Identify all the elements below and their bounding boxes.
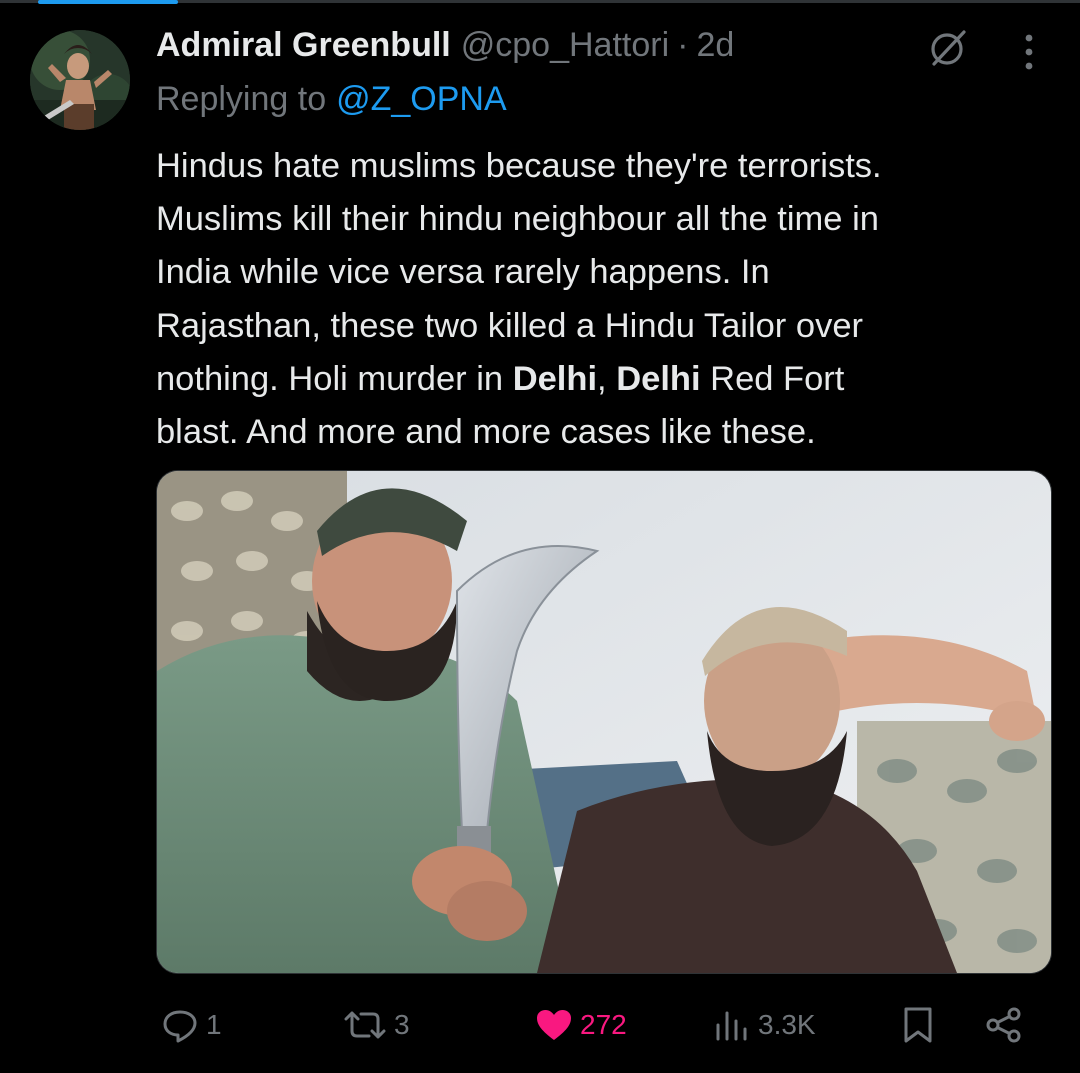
repost-button[interactable]: 3 bbox=[342, 1000, 410, 1050]
bookmark-button[interactable] bbox=[900, 1000, 942, 1050]
post-text-line: blast. And more and more cases like thes… bbox=[156, 413, 816, 452]
post-text-segment: Red Fort bbox=[700, 359, 845, 398]
author-name[interactable]: Admiral Greenbull bbox=[156, 26, 451, 65]
post-text-line: Hindus hate muslims because they're terr… bbox=[156, 147, 882, 185]
post-text-bold: Delhi bbox=[616, 359, 701, 398]
share-button[interactable] bbox=[984, 1000, 1030, 1050]
like-count: 272 bbox=[580, 1009, 627, 1040]
repost-icon bbox=[344, 1011, 386, 1039]
replying-to: Replying to @Z_OPNA bbox=[156, 80, 507, 119]
bookmark-icon bbox=[904, 1007, 932, 1043]
more-vertical-icon[interactable] bbox=[1014, 28, 1044, 72]
post-text-line: Muslims kill their hindu neighbour all t… bbox=[156, 200, 879, 239]
separator-dot: · bbox=[677, 26, 689, 64]
post-detail-screen: Admiral Greenbull @cpo_Hattori · 2d Repl… bbox=[0, 0, 1080, 1073]
reply-icon bbox=[163, 1010, 197, 1043]
replying-handle-link[interactable]: @Z_OPNA bbox=[336, 80, 507, 118]
post-text-line: Rajasthan, these two killed a Hindu Tail… bbox=[156, 306, 863, 345]
post-header: Admiral Greenbull @cpo_Hattori · 2d bbox=[156, 26, 734, 70]
heart-filled-icon bbox=[537, 1010, 571, 1040]
post-text-segment: , bbox=[597, 359, 617, 398]
views-icon bbox=[716, 1011, 747, 1041]
reply-count: 1 bbox=[206, 1009, 222, 1040]
views-count: 3.3K bbox=[758, 1009, 816, 1040]
post-text-segment: nothing. Holi murder in bbox=[156, 359, 513, 398]
post-timestamp[interactable]: 2d bbox=[696, 26, 734, 65]
reply-button[interactable]: 1 bbox=[160, 1000, 222, 1050]
post-text-bold: Delhi bbox=[512, 359, 598, 398]
share-icon bbox=[986, 1007, 1021, 1043]
like-button[interactable]: 272 bbox=[534, 1000, 627, 1050]
avatar[interactable] bbox=[30, 30, 130, 130]
post-text: Hindus hate muslims because they're terr… bbox=[156, 140, 1056, 459]
replying-label: Replying to bbox=[156, 80, 327, 118]
author-handle[interactable]: @cpo_Hattori bbox=[461, 26, 669, 65]
tab-indicator bbox=[38, 0, 178, 4]
action-bar: 1 3 272 3.3K bbox=[156, 1000, 1036, 1050]
views-button[interactable]: 3.3K bbox=[712, 1000, 816, 1050]
repost-count: 3 bbox=[394, 1009, 410, 1040]
post-text-line: nothing. Holi murder in Delhi, Delhi Red… bbox=[156, 353, 1056, 406]
grok-icon[interactable] bbox=[926, 26, 970, 70]
post-text-line: India while vice versa rarely happens. I… bbox=[156, 253, 770, 292]
post-photo[interactable] bbox=[156, 470, 1052, 974]
